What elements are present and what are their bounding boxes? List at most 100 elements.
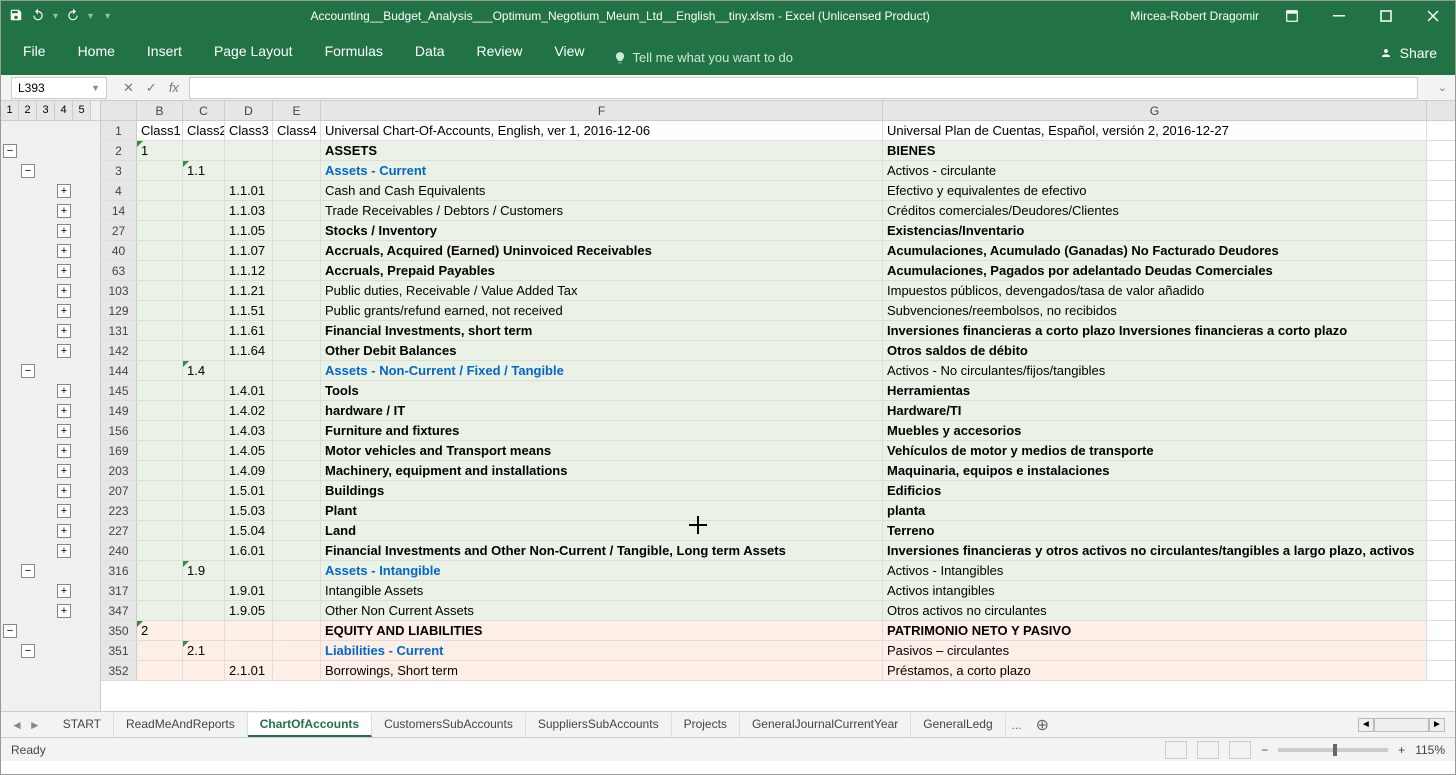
row-number[interactable]: 2 — [101, 141, 137, 160]
select-all-corner[interactable] — [101, 101, 137, 120]
cell[interactable] — [183, 281, 225, 300]
outline-expand-button[interactable] — [57, 584, 71, 598]
cell[interactable]: Activos - circulante — [883, 161, 1427, 180]
cell[interactable] — [273, 421, 321, 440]
share-button[interactable]: Share — [1368, 41, 1447, 65]
cell[interactable] — [225, 361, 273, 380]
cell[interactable]: Pasivos – circulantes — [883, 641, 1427, 660]
cell[interactable] — [137, 281, 183, 300]
cell[interactable]: 1 — [137, 141, 183, 160]
cell[interactable] — [273, 661, 321, 680]
cell[interactable] — [273, 361, 321, 380]
cell[interactable]: Vehículos de motor y medios de transport… — [883, 441, 1427, 460]
cell[interactable] — [225, 621, 273, 640]
zoom-in-icon[interactable]: + — [1398, 743, 1405, 757]
cell[interactable] — [137, 661, 183, 680]
cell[interactable]: 1.5.04 — [225, 521, 273, 540]
cell[interactable]: PATRIMONIO NETO Y PASIVO — [883, 621, 1427, 640]
sheet-tab[interactable]: GeneralLedg — [911, 713, 1005, 737]
cell[interactable] — [273, 441, 321, 460]
row-number[interactable]: 144 — [101, 361, 137, 380]
add-sheet-icon[interactable]: ⊕ — [1028, 715, 1057, 735]
cell[interactable]: Subvenciones/reembolsos, no recibidos — [883, 301, 1427, 320]
cell[interactable]: Edificios — [883, 481, 1427, 500]
cell[interactable] — [273, 541, 321, 560]
cell[interactable] — [137, 341, 183, 360]
cell[interactable] — [183, 441, 225, 460]
cell[interactable]: EQUITY AND LIABILITIES — [321, 621, 883, 640]
cell[interactable] — [273, 241, 321, 260]
outline-level-2[interactable]: 2 — [19, 101, 37, 120]
cell[interactable]: Public grants/refund earned, not receive… — [321, 301, 883, 320]
zoom-slider[interactable] — [1278, 748, 1388, 752]
cell[interactable] — [183, 301, 225, 320]
cell[interactable] — [183, 221, 225, 240]
cell[interactable] — [273, 341, 321, 360]
outline-expand-button[interactable] — [57, 504, 71, 518]
outline-collapse-button[interactable] — [21, 164, 35, 178]
row-number[interactable]: 350 — [101, 621, 137, 640]
cell[interactable]: Activos - No circulantes/fijos/tangibles — [883, 361, 1427, 380]
minimize-icon[interactable] — [1316, 1, 1361, 31]
cell[interactable]: Other Non Current Assets — [321, 601, 883, 620]
cell[interactable] — [273, 161, 321, 180]
cell[interactable] — [137, 221, 183, 240]
outline-level-1[interactable]: 1 — [1, 101, 19, 120]
cell[interactable]: 1.1.64 — [225, 341, 273, 360]
cell[interactable] — [137, 481, 183, 500]
cell[interactable]: Borrowings, Short term — [321, 661, 883, 680]
cell[interactable]: Terreno — [883, 521, 1427, 540]
cell[interactable] — [183, 201, 225, 220]
cell[interactable]: 1.4.03 — [225, 421, 273, 440]
row-number[interactable]: 27 — [101, 221, 137, 240]
cell[interactable] — [183, 481, 225, 500]
cell[interactable]: 1.6.01 — [225, 541, 273, 560]
cell[interactable] — [273, 481, 321, 500]
cell[interactable] — [137, 521, 183, 540]
cell[interactable]: Furniture and fixtures — [321, 421, 883, 440]
outline-expand-button[interactable] — [57, 304, 71, 318]
cell[interactable]: Universal Plan de Cuentas, Español, vers… — [883, 121, 1427, 140]
cell[interactable]: 1.1.12 — [225, 261, 273, 280]
name-box[interactable]: L393 ▼ — [11, 77, 107, 99]
zoom-out-icon[interactable]: − — [1261, 743, 1268, 757]
row-number[interactable]: 103 — [101, 281, 137, 300]
outline-expand-button[interactable] — [57, 464, 71, 478]
row-number[interactable]: 4 — [101, 181, 137, 200]
cell[interactable]: 1.4.09 — [225, 461, 273, 480]
cell[interactable]: Financial Investments and Other Non-Curr… — [321, 541, 883, 560]
cell[interactable]: Créditos comerciales/Deudores/Clientes — [883, 201, 1427, 220]
cell[interactable]: 1.4.05 — [225, 441, 273, 460]
row-number[interactable]: 316 — [101, 561, 137, 580]
cell[interactable] — [273, 321, 321, 340]
cell[interactable] — [137, 181, 183, 200]
row-number[interactable]: 149 — [101, 401, 137, 420]
cell[interactable] — [183, 261, 225, 280]
cell[interactable]: ASSETS — [321, 141, 883, 160]
outline-expand-button[interactable] — [57, 344, 71, 358]
cell[interactable]: Otros activos no circulantes — [883, 601, 1427, 620]
cell[interactable] — [273, 601, 321, 620]
cell[interactable] — [137, 601, 183, 620]
cell[interactable] — [273, 621, 321, 640]
sheet-tab[interactable]: CustomersSubAccounts — [372, 713, 526, 737]
outline-level-3[interactable]: 3 — [37, 101, 55, 120]
tab-view[interactable]: View — [540, 37, 598, 65]
cell[interactable] — [183, 661, 225, 680]
cell[interactable]: Activos intangibles — [883, 581, 1427, 600]
cell[interactable] — [137, 421, 183, 440]
cell[interactable]: Class1 — [137, 121, 183, 140]
cell[interactable]: Accruals, Prepaid Payables — [321, 261, 883, 280]
row-number[interactable]: 317 — [101, 581, 137, 600]
undo-icon[interactable] — [31, 8, 45, 25]
cell[interactable] — [183, 241, 225, 260]
cancel-formula-icon[interactable]: ✕ — [123, 80, 134, 96]
cell[interactable] — [273, 501, 321, 520]
cell[interactable] — [183, 141, 225, 160]
row-number[interactable]: 240 — [101, 541, 137, 560]
cell[interactable]: Inversiones financieras y otros activos … — [883, 541, 1427, 560]
scroll-left-icon[interactable]: ◄ — [1358, 718, 1374, 732]
row-number[interactable]: 129 — [101, 301, 137, 320]
cell[interactable]: 1.9.01 — [225, 581, 273, 600]
cell[interactable]: Maquinaria, equipos e instalaciones — [883, 461, 1427, 480]
